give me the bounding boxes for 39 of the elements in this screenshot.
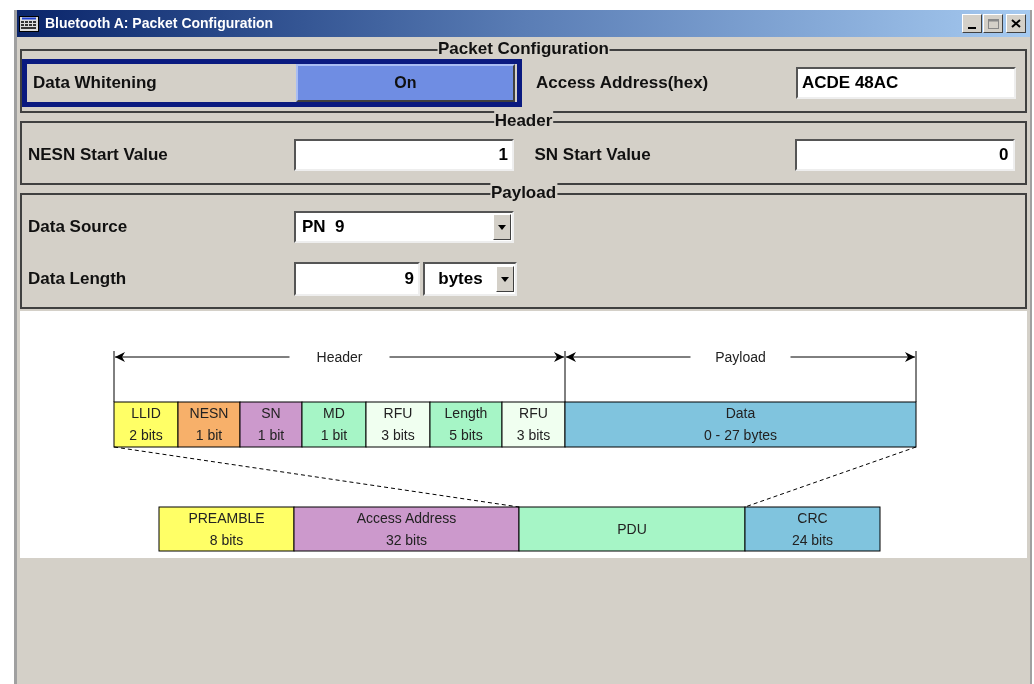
field-label: Access Address(hex) xyxy=(536,72,710,95)
maximize-button[interactable] xyxy=(983,14,1003,33)
input-field[interactable]: 1 xyxy=(294,139,514,171)
group-title: Packet Configuration xyxy=(437,39,610,59)
dropdown-arrow-icon xyxy=(498,224,506,230)
pdu-field: SN 1 bit xyxy=(239,401,303,448)
minimize-icon xyxy=(968,27,976,29)
pdu-field: RFU 3 bits xyxy=(365,401,431,448)
pdu-field: LLID 2 bits xyxy=(113,401,179,448)
packet-field: CRC 24 bits xyxy=(744,506,881,552)
pdu-field: Data 0 - 27 bytes xyxy=(564,401,917,448)
close-button[interactable] xyxy=(1006,14,1026,33)
packet-field: Access Address 32 bits xyxy=(293,506,520,552)
field-label: Data Length xyxy=(28,268,128,291)
close-icon xyxy=(1011,19,1021,28)
pdu-field: RFU 3 bits xyxy=(501,401,566,448)
input-field[interactable]: 9 xyxy=(294,262,420,296)
field-label: SN Start Value xyxy=(534,144,652,167)
input-field[interactable]: ACDE 48AC xyxy=(796,67,1016,99)
input-field[interactable]: 0 xyxy=(794,139,1015,171)
span-label: Header xyxy=(316,349,363,365)
field-label: Data Source xyxy=(28,216,129,239)
pdu-field: NESN 1 bit xyxy=(177,401,241,448)
unit-dropdown[interactable]: bytes xyxy=(423,262,517,296)
group-title: Payload xyxy=(489,183,558,203)
pdu-field: Length 5 bits xyxy=(429,401,503,448)
span-label: Payload xyxy=(715,349,766,365)
packet-field: PREAMBLE 8 bits xyxy=(158,506,295,552)
minimize-button[interactable] xyxy=(962,14,982,33)
dropdown-arrow-icon xyxy=(501,276,509,282)
field-label: NESN Start Value xyxy=(28,144,169,167)
keyboard-icon xyxy=(19,15,39,32)
window-title: Bluetooth A: Packet Configuration xyxy=(45,14,274,33)
maximize-icon xyxy=(987,18,999,29)
toggle-button[interactable]: On xyxy=(295,64,515,102)
pdu-field: MD 1 bit xyxy=(301,401,367,448)
packet-field: PDU xyxy=(518,506,746,552)
field-label: Data Whitening xyxy=(33,72,158,95)
dropdown[interactable]: PN 9 xyxy=(294,211,514,243)
